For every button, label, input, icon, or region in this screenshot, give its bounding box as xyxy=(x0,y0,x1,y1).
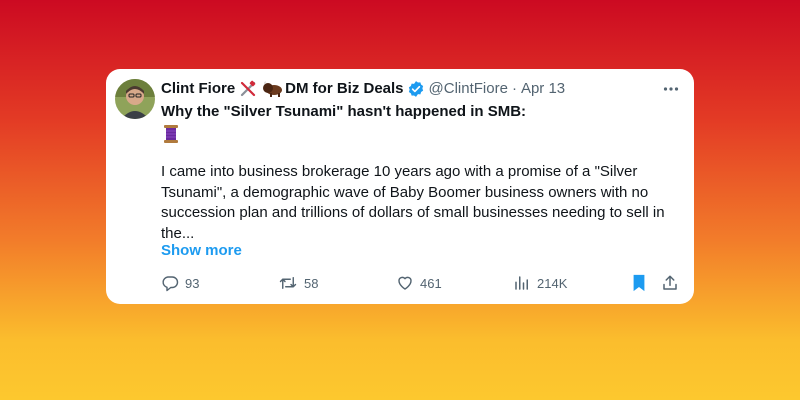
tweet-header: Clint Fiore DM for Biz Deals @ClintFiore… xyxy=(161,79,678,99)
spool-icon xyxy=(163,124,179,149)
reply-icon xyxy=(161,274,179,292)
bookmark-button[interactable] xyxy=(631,274,647,292)
repost-count: 58 xyxy=(304,275,319,291)
show-more-link[interactable]: Show more xyxy=(161,242,242,259)
repost-icon xyxy=(278,274,298,292)
views-count: 214K xyxy=(537,275,568,291)
author-name[interactable]: Clint Fiore xyxy=(161,79,235,99)
bison-icon xyxy=(262,80,284,98)
crossed-tools-icon xyxy=(239,80,257,98)
tweet-headline: Why the "Silver Tsunami" hasn't happened… xyxy=(161,103,527,120)
heart-icon xyxy=(396,274,414,292)
author-handle[interactable]: @ClintFiore xyxy=(429,79,508,99)
bookmark-icon xyxy=(631,274,647,292)
share-icon xyxy=(661,274,679,292)
separator-dot: · xyxy=(511,80,517,97)
views-button[interactable]: 214K xyxy=(513,274,567,292)
tweet-card[interactable]: Clint Fiore DM for Biz Deals @ClintFiore… xyxy=(106,69,694,304)
tweet-date[interactable]: Apr 13 xyxy=(521,79,565,99)
share-button[interactable] xyxy=(661,274,679,292)
repost-button[interactable]: 58 xyxy=(278,274,318,292)
views-icon xyxy=(513,274,531,292)
tweet-body: I came into business brokerage 10 years … xyxy=(161,163,665,242)
more-horizontal-icon[interactable] xyxy=(662,80,680,103)
verified-badge-icon xyxy=(407,80,425,98)
reply-count: 93 xyxy=(185,275,200,291)
avatar[interactable] xyxy=(115,79,155,119)
reply-button[interactable]: 93 xyxy=(161,274,199,292)
author-suffix: DM for Biz Deals xyxy=(285,80,404,97)
like-count: 461 xyxy=(420,275,442,291)
action-bar: 93 58 461 214K xyxy=(106,274,694,294)
like-button[interactable]: 461 xyxy=(396,274,442,292)
